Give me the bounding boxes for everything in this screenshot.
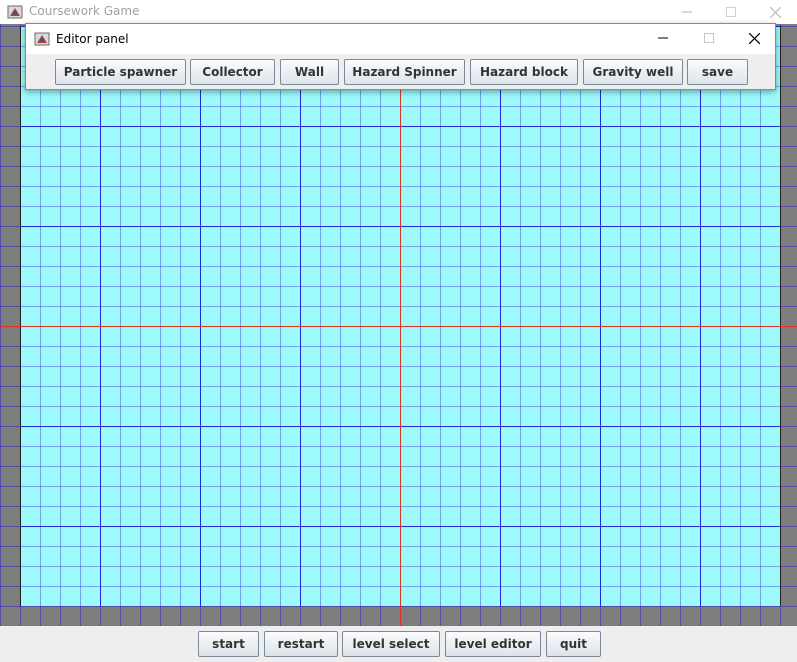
editor-maximize-button[interactable]: [686, 24, 732, 54]
java-app-icon: [34, 31, 50, 47]
bottom-control-bar: start restart level select level editor …: [0, 626, 797, 662]
level-select-button[interactable]: level select: [342, 631, 440, 657]
main-close-button[interactable]: [752, 0, 797, 24]
minimize-icon: [658, 37, 668, 39]
maximize-icon: [704, 33, 714, 43]
horizontal-center-axis: [0, 326, 797, 327]
java-app-icon: [7, 4, 23, 20]
collector-button[interactable]: Collector: [190, 59, 275, 85]
main-window-title: Coursework Game: [29, 4, 140, 18]
particle-spawner-button[interactable]: Particle spawner: [55, 59, 186, 85]
editor-panel-title: Editor panel: [56, 32, 129, 46]
vertical-center-axis: [400, 24, 401, 626]
hazard-block-button[interactable]: Hazard block: [470, 59, 578, 85]
maximize-icon: [726, 7, 736, 17]
restart-button[interactable]: restart: [264, 631, 338, 657]
close-icon: [749, 33, 760, 44]
wall-button[interactable]: Wall: [280, 59, 339, 85]
game-canvas[interactable]: [0, 24, 797, 626]
main-maximize-button[interactable]: [708, 0, 754, 24]
hazard-spinner-button[interactable]: Hazard Spinner: [344, 59, 465, 85]
save-button[interactable]: save: [687, 59, 748, 85]
main-minimize-button[interactable]: [664, 0, 710, 24]
quit-button[interactable]: quit: [546, 631, 601, 657]
editor-panel-window: Editor panel Particle spawner Collector …: [25, 23, 776, 90]
gravity-well-button[interactable]: Gravity well: [583, 59, 683, 85]
editor-close-button[interactable]: [731, 24, 777, 54]
level-editor-button[interactable]: level editor: [445, 631, 541, 657]
close-icon: [770, 7, 781, 18]
editor-panel-titlebar[interactable]: Editor panel: [26, 24, 775, 54]
editor-minimize-button[interactable]: [640, 24, 686, 54]
main-window-titlebar[interactable]: Coursework Game: [0, 0, 797, 24]
start-button[interactable]: start: [198, 631, 259, 657]
minimize-icon: [682, 11, 692, 13]
